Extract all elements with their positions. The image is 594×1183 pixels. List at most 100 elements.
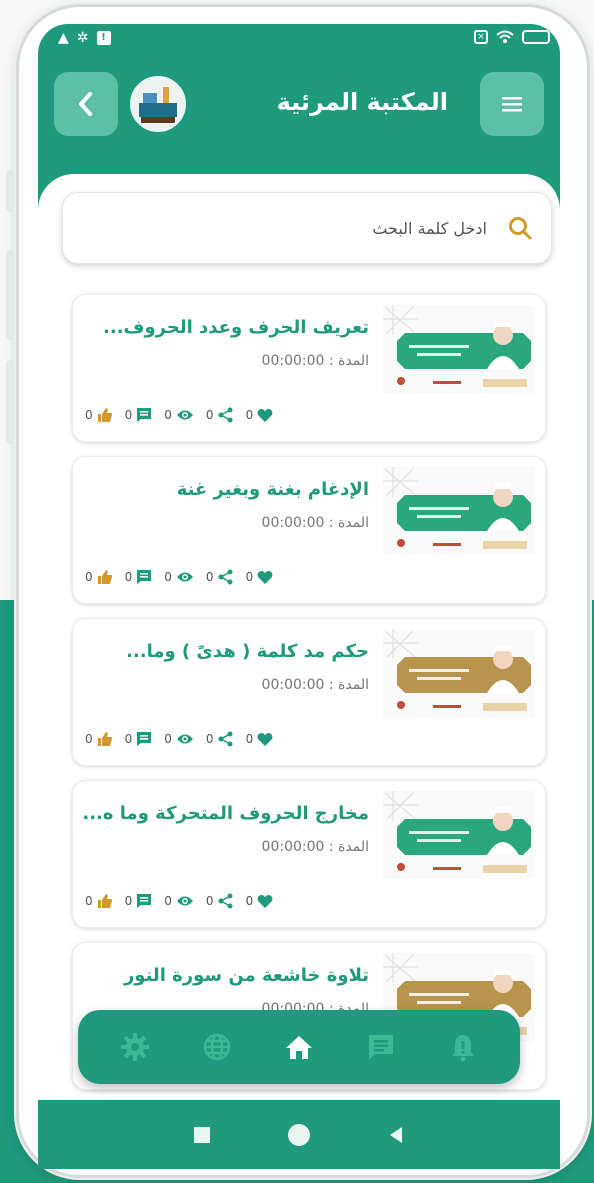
video-thumbnail[interactable] xyxy=(383,791,535,879)
home-icon xyxy=(286,1036,312,1059)
likes-stat[interactable]: 0 xyxy=(85,407,113,423)
system-navigation-bar xyxy=(38,1100,560,1169)
eye-icon xyxy=(176,572,193,582)
search-bar[interactable]: ادخل كلمة البحث xyxy=(62,192,552,264)
likes-count: 0 xyxy=(85,894,93,908)
share-icon xyxy=(218,893,233,909)
likes-stat[interactable]: 0 xyxy=(85,893,113,909)
heart-icon xyxy=(257,894,273,908)
views-count: 0 xyxy=(164,894,172,908)
video-thumbnail[interactable] xyxy=(383,629,535,717)
shares-count: 0 xyxy=(205,570,214,584)
favorites-stat[interactable]: 0 xyxy=(246,894,274,909)
video-card[interactable]: مخارج الحروف المتحركة وما ه... المدة : 00… xyxy=(72,780,546,928)
video-card[interactable]: الإدغام بغنة وبغير غنة المدة : 00:00:00 0 0… xyxy=(72,456,546,604)
comment-icon xyxy=(137,408,152,422)
status-right: × xyxy=(474,30,550,44)
video-title[interactable]: تعريف الحرف وعدد الحروف... xyxy=(79,317,369,338)
video-title[interactable]: الإدغام بغنة وبغير غنة xyxy=(79,479,369,500)
video-stats: 0 0 0 0 0 xyxy=(85,731,273,747)
status-flag-icon: ! xyxy=(96,31,111,45)
video-card[interactable]: تعريف الحرف وعدد الحروف... المدة : 00:00:… xyxy=(72,294,546,442)
shares-stat[interactable]: 0 xyxy=(206,893,234,909)
heart-icon xyxy=(257,732,273,746)
messages-icon xyxy=(369,1035,393,1060)
back-system-icon[interactable] xyxy=(388,1126,404,1144)
nav-messages[interactable] xyxy=(359,1025,403,1069)
thumbs-up-icon xyxy=(97,408,112,422)
avatar[interactable] xyxy=(130,76,186,132)
heart-icon xyxy=(257,570,273,584)
video-title[interactable]: مخارج الحروف المتحركة وما ه... xyxy=(79,803,369,824)
video-thumbnail[interactable] xyxy=(383,467,535,555)
share-icon xyxy=(218,407,233,423)
notifications-icon xyxy=(452,1035,474,1062)
favorites-count: 0 xyxy=(245,408,254,422)
comments-stat[interactable]: 0 xyxy=(125,893,153,909)
library-avatar-icon xyxy=(133,79,183,129)
comments-stat[interactable]: 0 xyxy=(125,407,153,423)
favorites-count: 0 xyxy=(245,570,254,584)
app-screen: ▲ ✲ ! × المكتبة المرئية ادخل كلمة البحث … xyxy=(38,24,560,1169)
status-signal-icon: ▲ xyxy=(58,30,69,46)
video-thumbnail[interactable] xyxy=(383,305,535,393)
views-stat[interactable]: 0 xyxy=(164,732,194,746)
chevron-left-icon xyxy=(79,92,92,116)
bottom-navigation xyxy=(78,1010,520,1084)
likes-count: 0 xyxy=(85,570,93,584)
status-star-icon: ✲ xyxy=(76,30,89,46)
home-system-button[interactable] xyxy=(288,1123,310,1146)
nav-notifications[interactable] xyxy=(441,1025,485,1069)
video-title[interactable]: حكم مد كلمة ( هدىً ) وما... xyxy=(79,641,369,662)
recents-button[interactable] xyxy=(194,1126,210,1143)
views-stat[interactable]: 0 xyxy=(164,570,194,584)
nav-settings[interactable] xyxy=(113,1025,157,1069)
nav-language[interactable] xyxy=(195,1025,239,1069)
comments-count: 0 xyxy=(124,408,133,422)
back-button[interactable] xyxy=(54,72,118,136)
heart-icon xyxy=(257,408,273,422)
nav-home[interactable] xyxy=(277,1025,321,1069)
thumbs-up-icon xyxy=(97,732,112,746)
phone-power-button xyxy=(6,360,14,444)
shares-count: 0 xyxy=(205,894,214,908)
video-stats: 0 0 0 0 0 xyxy=(85,893,273,909)
phone-side-button xyxy=(6,170,14,212)
video-title[interactable]: تلاوة خاشعة من سورة النور xyxy=(79,965,369,986)
shares-count: 0 xyxy=(205,732,214,746)
shares-stat[interactable]: 0 xyxy=(206,569,234,585)
status-x-icon: × xyxy=(474,30,488,44)
comments-stat[interactable]: 0 xyxy=(125,569,153,585)
search-input[interactable]: ادخل كلمة البحث xyxy=(372,219,487,238)
eye-icon xyxy=(176,896,193,906)
views-count: 0 xyxy=(164,408,172,422)
settings-icon xyxy=(121,1033,149,1061)
thumbs-up-icon xyxy=(97,570,112,584)
eye-icon xyxy=(176,734,193,744)
shares-stat[interactable]: 0 xyxy=(206,731,234,747)
video-stats: 0 0 0 0 0 xyxy=(85,407,273,423)
comments-stat[interactable]: 0 xyxy=(125,731,153,747)
favorites-stat[interactable]: 0 xyxy=(246,732,274,747)
page-title: المكتبة المرئية xyxy=(276,88,448,116)
views-stat[interactable]: 0 xyxy=(164,894,194,908)
favorites-count: 0 xyxy=(245,894,254,908)
thumbs-up-icon xyxy=(97,894,112,908)
comment-icon xyxy=(137,570,152,584)
video-duration: المدة : 00:00:00 xyxy=(261,677,369,693)
comments-count: 0 xyxy=(124,570,133,584)
views-stat[interactable]: 0 xyxy=(164,408,194,422)
comment-icon xyxy=(137,894,152,908)
search-icon xyxy=(509,217,532,240)
favorites-stat[interactable]: 0 xyxy=(246,570,274,585)
menu-button[interactable] xyxy=(480,72,544,136)
share-icon xyxy=(218,731,233,747)
favorites-stat[interactable]: 0 xyxy=(246,408,274,423)
views-count: 0 xyxy=(164,732,172,746)
likes-count: 0 xyxy=(85,408,93,422)
video-card[interactable]: حكم مد كلمة ( هدىً ) وما... المدة : 00:00… xyxy=(72,618,546,766)
likes-stat[interactable]: 0 xyxy=(85,569,113,585)
wifi-icon xyxy=(496,30,514,43)
likes-stat[interactable]: 0 xyxy=(85,731,113,747)
shares-stat[interactable]: 0 xyxy=(206,407,234,423)
